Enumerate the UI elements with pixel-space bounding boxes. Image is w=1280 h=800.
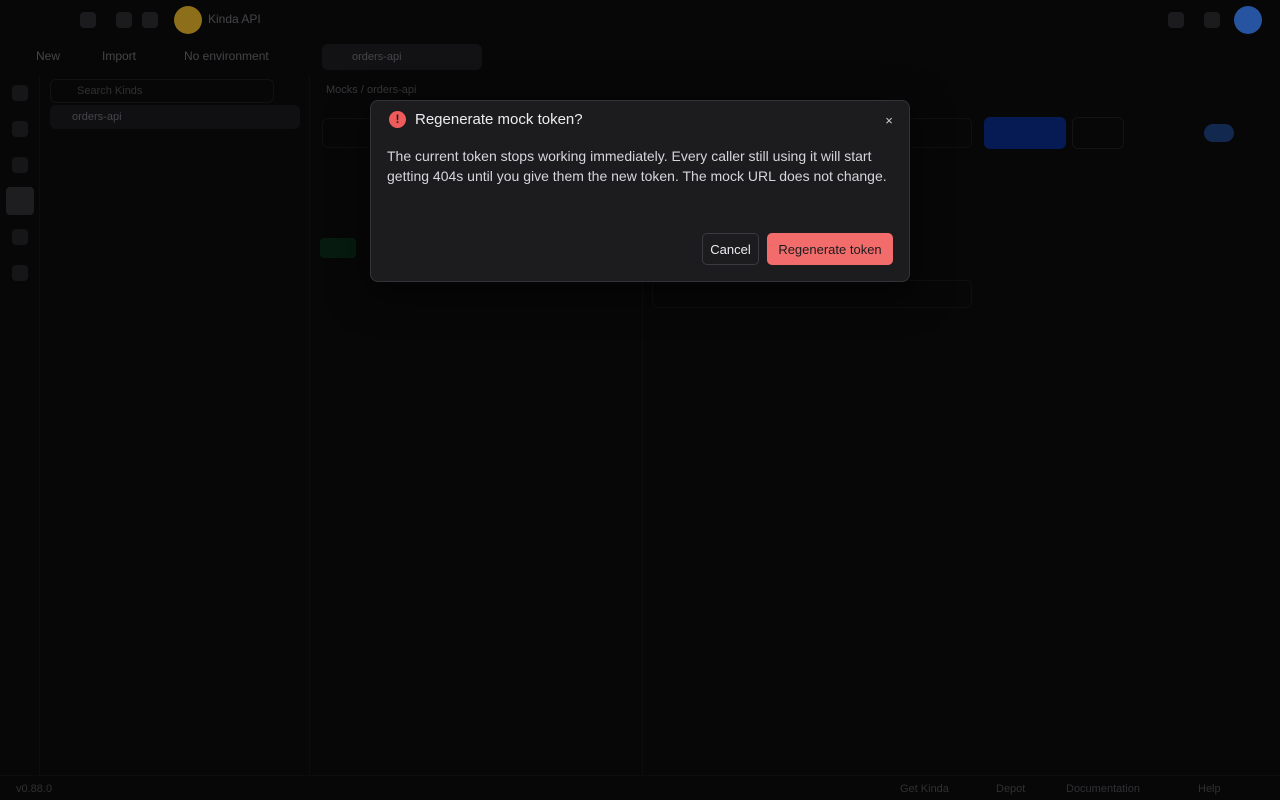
alert-circle-icon: !	[389, 111, 406, 128]
cancel-button[interactable]: Cancel	[702, 233, 759, 265]
regenerate-token-button[interactable]: Regenerate token	[767, 233, 893, 265]
regenerate-token-dialog: ! Regenerate mock token? × The current t…	[370, 100, 910, 282]
close-icon[interactable]: ×	[881, 113, 897, 129]
dialog-message: The current token stops working immediat…	[387, 148, 887, 184]
dialog-title: Regenerate mock token?	[415, 111, 583, 128]
